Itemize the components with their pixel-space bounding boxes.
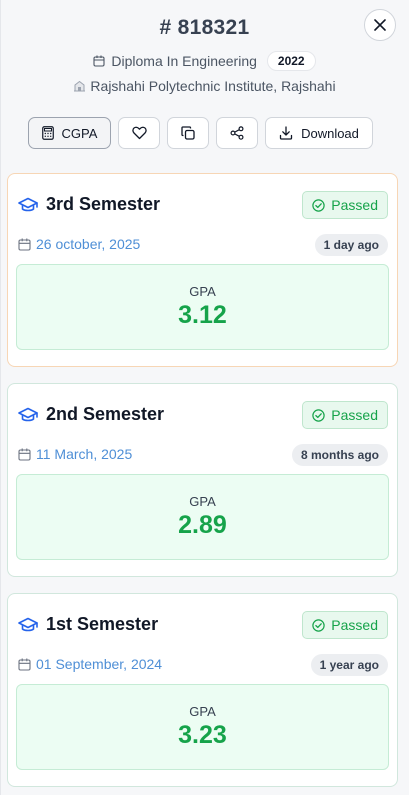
roll-number: # 818321 [159,16,250,39]
building-icon [74,80,86,92]
gpa-box: GPA 3.23 [16,684,389,770]
check-circle-icon [312,618,325,632]
gpa-label: GPA [189,704,216,719]
status-text: Passed [331,197,378,213]
copy-button[interactable] [167,117,209,149]
download-button[interactable]: Download [265,117,373,149]
year-badge: 2022 [266,51,316,71]
date-text: 01 September, 2024 [36,656,163,672]
copy-icon [181,126,195,140]
date-text: 26 october, 2025 [36,236,141,252]
heart-icon [131,126,147,140]
calendar-icon [93,55,105,67]
semester-card[interactable]: 1st Semester Passed 01 September, 2024 1… [7,593,398,787]
relative-time-badge: 1 day ago [314,234,388,256]
action-toolbar: CGPA Download [28,117,373,149]
calendar-icon [18,658,31,671]
publish-date: 01 September, 2024 [18,656,162,672]
gpa-value: 3.12 [178,301,227,329]
calendar-icon [18,448,31,461]
download-label: Download [301,125,359,141]
semester-heading: 3rd Semester [18,194,160,215]
close-icon [374,19,386,31]
cgpa-label: CGPA [61,125,98,141]
semester-card[interactable]: 2nd Semester Passed 11 March, 2025 8 mon… [7,383,398,577]
institute-row: Rajshahi Polytechnic Institute, Rajshahi [0,78,409,94]
program-row: Diploma In Engineering 2022 [0,51,409,71]
calculator-icon [41,126,54,140]
status-badge: Passed [302,401,388,429]
relative-time-badge: 1 year ago [310,654,388,676]
gpa-label: GPA [189,494,216,509]
graduation-cap-icon [18,197,38,211]
status-badge: Passed [302,611,388,639]
check-circle-icon [312,198,325,212]
gpa-value: 3.23 [178,721,227,749]
gpa-box: GPA 3.12 [16,264,389,350]
semester-title: 2nd Semester [46,404,165,424]
status-text: Passed [331,407,378,423]
gpa-label: GPA [189,284,216,299]
share-button[interactable] [216,117,258,149]
graduation-cap-icon [18,407,38,421]
date-text: 11 March, 2025 [36,446,133,462]
status-badge: Passed [302,191,388,219]
semester-title: 3rd Semester [46,194,161,214]
publish-date: 26 october, 2025 [18,236,140,252]
graduation-cap-icon [18,617,38,631]
semester-title: 1st Semester [46,614,159,634]
calendar-icon [18,238,31,251]
share-icon [230,126,244,140]
semester-card[interactable]: 3rd Semester Passed 26 october, 2025 1 d… [7,173,398,367]
status-text: Passed [331,617,378,633]
institute-name: Rajshahi Polytechnic Institute, Rajshahi [90,78,336,94]
result-header: # 818321 Diploma In Engineering 2022 Raj… [0,0,409,164]
favorite-button[interactable] [118,117,160,149]
check-circle-icon [312,408,325,422]
publish-date: 11 March, 2025 [18,446,132,462]
program-name: Diploma In Engineering [111,53,257,69]
gpa-value: 2.89 [178,511,227,539]
relative-time-badge: 8 months ago [291,444,388,466]
semester-heading: 2nd Semester [18,404,164,425]
cgpa-button[interactable]: CGPA [28,117,111,149]
close-button[interactable] [364,9,396,41]
download-icon [279,126,293,140]
gpa-box: GPA 2.89 [16,474,389,560]
semester-heading: 1st Semester [18,614,158,635]
